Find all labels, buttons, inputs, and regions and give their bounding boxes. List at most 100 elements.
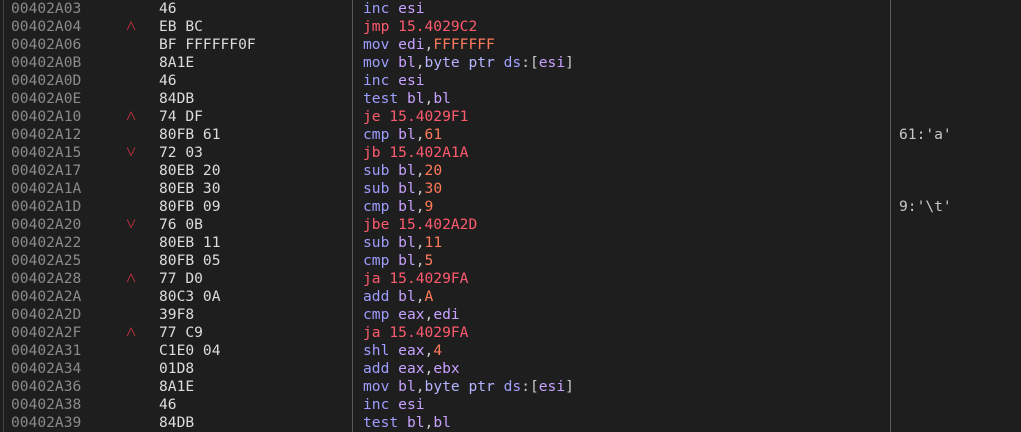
instruction-token: eax (398, 306, 425, 323)
disassembly-row[interactable]: 00402A06 BF FFFFFF0F mov edi,FFFFFFF (0, 36, 1021, 54)
bytes-cell: 80EB 20 (159, 162, 221, 179)
instruction-token: , (415, 234, 425, 251)
disassembly-row[interactable]: 00402A0B 8A1E mov bl,byte ptr ds:[esi] (0, 54, 1021, 72)
bytes-cell: 8A1E (159, 54, 195, 71)
disassembly-row[interactable]: 00402A38 46 inc esi (0, 396, 1021, 414)
instruction-token: 30 (424, 180, 443, 197)
instruction-token: 11 (424, 234, 443, 251)
instruction-token: 15.4029FA (389, 270, 469, 287)
instruction-token (398, 90, 407, 107)
disassembly-row[interactable]: 00402A1A 80EB 30 sub bl,30 (0, 180, 1021, 198)
instruction-token: cmp (363, 198, 390, 215)
instruction-token: bl (398, 288, 416, 305)
instruction-token: 9 (424, 198, 434, 215)
instruction-token: bl (398, 198, 416, 215)
instruction-token: 15.4029C2 (398, 18, 478, 35)
instruction-token: bl (406, 414, 425, 431)
disassembly-row[interactable]: 00402A28 ˄ 77 D0 ja 15.4029FA (0, 270, 1021, 288)
instruction-token: , (415, 198, 425, 215)
disassembly-row[interactable]: 00402A2D 39F8 cmp eax,edi (0, 306, 1021, 324)
disassembly-row[interactable]: 00402A0D 46 inc esi (0, 72, 1021, 90)
instruction-token: sub (363, 162, 390, 179)
instruction-token (389, 36, 398, 53)
disassembly-row[interactable]: 00402A31 C1E0 04 shl eax,4 (0, 342, 1021, 360)
instruction-token: :[ (521, 378, 539, 395)
address-cell: 00402A28 (11, 270, 82, 287)
address-cell: 00402A12 (11, 126, 82, 143)
disassembly-row[interactable]: 00402A1D 80FB 09 cmp bl,9 9:'\t' (0, 198, 1021, 216)
instruction-token: , (415, 126, 425, 143)
disassembly-row[interactable]: 00402A34 01D8 add eax,ebx (0, 360, 1021, 378)
instruction-token: test (363, 414, 399, 431)
instruction-cell: mov bl,byte ptr ds:[esi] (363, 378, 574, 396)
instruction-token: ja (363, 270, 381, 287)
disassembly-row[interactable]: 00402A36 8A1E mov bl,byte ptr ds:[esi] (0, 378, 1021, 396)
instruction-cell: shl eax,4 (363, 342, 442, 360)
instruction-token (389, 306, 398, 323)
disassembly-row[interactable]: 00402A0E 84DB test bl,bl (0, 90, 1021, 108)
address-cell: 00402A31 (11, 342, 82, 359)
instruction-token (389, 234, 398, 251)
bytes-cell: 77 D0 (159, 270, 203, 287)
instruction-cell: add bl,A (363, 288, 433, 306)
instruction-token: edi (433, 306, 460, 323)
address-cell: 00402A38 (11, 396, 82, 413)
instruction-token: ] (565, 378, 574, 395)
disassembly-row[interactable]: 00402A39 84DB test bl,bl (0, 414, 1021, 432)
caret-down-icon: ˅ (126, 142, 137, 163)
bytes-cell: 46 (159, 396, 177, 413)
instruction-token: bl (398, 378, 416, 395)
instruction-token: sub (363, 234, 390, 251)
instruction-token: edi (398, 36, 425, 53)
instruction-token: esi (398, 396, 425, 413)
instruction-token: mov (363, 54, 390, 71)
instruction-token: jbe (363, 216, 390, 233)
bytes-cell: 80FB 61 (159, 126, 221, 143)
caret-down-icon: ˅ (126, 214, 137, 235)
disassembly-row[interactable]: 00402A15 ˅ 72 03 jb 15.402A1A (0, 144, 1021, 162)
instruction-token: bl (433, 90, 451, 107)
instruction-token: ] (565, 54, 574, 71)
address-cell: 00402A15 (11, 144, 82, 161)
instruction-token: byte ptr (424, 54, 504, 71)
instruction-token: inc (363, 72, 390, 89)
disassembly-row[interactable]: 00402A17 80EB 20 sub bl,20 (0, 162, 1021, 180)
instruction-token: esi (398, 0, 425, 17)
instruction-token: , (415, 378, 425, 395)
instruction-token (389, 54, 398, 71)
instruction-token: add (363, 360, 390, 377)
disassembly-row[interactable]: 00402A20 ˅ 76 0B jbe 15.402A2D (0, 216, 1021, 234)
instruction-token: A (424, 288, 434, 305)
address-cell: 00402A39 (11, 414, 82, 431)
instruction-token (389, 162, 398, 179)
address-cell: 00402A03 (11, 0, 82, 17)
instruction-cell: cmp bl,9 (363, 198, 433, 216)
instruction-token: , (424, 360, 434, 377)
instruction-token: , (424, 36, 434, 53)
instruction-token (389, 396, 398, 413)
address-cell: 00402A34 (11, 360, 82, 377)
instruction-token (389, 72, 398, 89)
disassembly-row[interactable]: 00402A03 46 inc esi (0, 0, 1021, 18)
disassembly-row[interactable]: 00402A12 80FB 61 cmp bl,61 61:'a' (0, 126, 1021, 144)
bytes-cell: EB BC (159, 18, 203, 35)
instruction-token (389, 360, 398, 377)
address-cell: 00402A1D (11, 198, 82, 215)
disassembly-row[interactable]: 00402A2A 80C3 0A add bl,A (0, 288, 1021, 306)
instruction-cell: jmp 15.4029C2 (363, 18, 477, 36)
address-cell: 00402A0D (11, 72, 82, 89)
instruction-token (389, 342, 398, 359)
disassembly-view[interactable]: 00402A03 46 inc esi 00402A04 ˄ EB BC jmp 15.40… (0, 0, 1021, 432)
disassembly-row[interactable]: 00402A25 80FB 05 cmp bl,5 (0, 252, 1021, 270)
instruction-token: mov (363, 378, 390, 395)
instruction-token: add (363, 288, 390, 305)
disassembly-row[interactable]: 00402A10 ˄ 74 DF je 15.4029F1 (0, 108, 1021, 126)
instruction-cell: sub bl,11 (363, 234, 442, 252)
disassembly-row[interactable]: 00402A22 80EB 11 sub bl,11 (0, 234, 1021, 252)
disassembly-row[interactable]: 00402A2F ˄ 77 C9 ja 15.4029FA (0, 324, 1021, 342)
bytes-cell: BF FFFFFF0F (159, 36, 256, 53)
instruction-token: , (424, 342, 434, 359)
instruction-token: inc (363, 396, 390, 413)
disassembly-row[interactable]: 00402A04 ˄ EB BC jmp 15.4029C2 (0, 18, 1021, 36)
instruction-token: je (363, 108, 381, 125)
